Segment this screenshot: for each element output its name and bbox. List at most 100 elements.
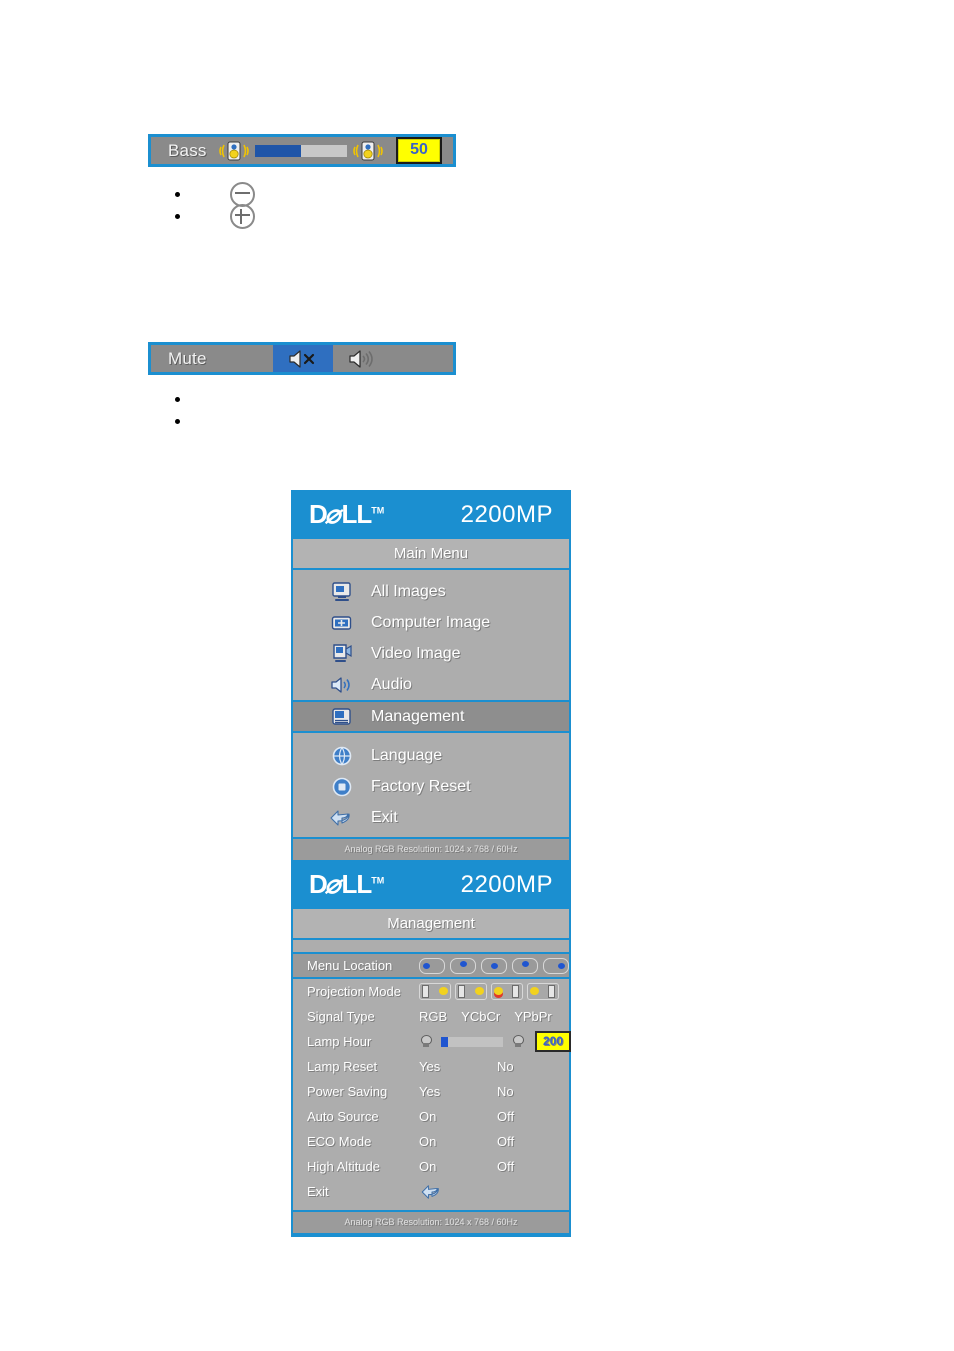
menu-item-management[interactable]: Management bbox=[293, 700, 569, 733]
menu-item-label: Language bbox=[371, 746, 443, 764]
main-menu-body: All Images Computer Image Video Image Au… bbox=[293, 570, 569, 837]
menu-item-language[interactable]: Language bbox=[293, 740, 569, 771]
trademark-label: TM bbox=[371, 505, 385, 516]
menu-item-label: Exit bbox=[371, 808, 398, 826]
projection-rear-desktop-icon[interactable] bbox=[455, 983, 487, 1000]
auto-source-off[interactable]: Off bbox=[497, 1109, 575, 1124]
bass-label: Bass bbox=[168, 140, 207, 160]
lamp-reset-yes[interactable]: Yes bbox=[419, 1059, 497, 1074]
mgmt-row-lamp-reset[interactable]: Lamp Reset Yes No bbox=[293, 1054, 569, 1079]
factory-reset-icon bbox=[329, 776, 355, 798]
bass-slider-group[interactable] bbox=[207, 137, 396, 164]
dell-logo: D⌀LLTM bbox=[309, 499, 385, 529]
menu-location-options[interactable] bbox=[419, 957, 574, 974]
menu-item-computer-image[interactable]: Computer Image bbox=[293, 607, 569, 638]
signal-type-options[interactable]: RGB YCbCr YPbPr bbox=[419, 1009, 569, 1024]
model-label: 2200MP bbox=[460, 870, 553, 898]
management-icon bbox=[329, 707, 355, 727]
power-saving-yes[interactable]: Yes bbox=[419, 1084, 497, 1099]
bass-speaker-icon-left bbox=[219, 139, 250, 163]
list-item bbox=[175, 203, 255, 229]
mgmt-row-lamp-hour[interactable]: Lamp Hour 200 bbox=[293, 1029, 571, 1054]
monitor-icon bbox=[329, 581, 355, 602]
mgmt-row-auto-source[interactable]: Auto Source On Off bbox=[293, 1104, 569, 1129]
menu-item-all-images[interactable]: All Images bbox=[293, 576, 569, 607]
high-altitude-off[interactable]: Off bbox=[497, 1159, 575, 1174]
signal-type-ycbcr[interactable]: YCbCr bbox=[461, 1009, 500, 1024]
menu-location-bottom-icon[interactable] bbox=[512, 957, 538, 974]
exit-arrow-icon bbox=[329, 809, 355, 827]
mgmt-row-high-altitude[interactable]: High Altitude On Off bbox=[293, 1154, 569, 1179]
bass-bullet-list bbox=[175, 181, 255, 229]
bullet-dot bbox=[175, 191, 180, 197]
eco-mode-off[interactable]: Off bbox=[497, 1134, 575, 1149]
management-footer: Analog RGB Resolution: 1024 x 768 / 60Hz bbox=[293, 1210, 569, 1235]
lamp-hour-fill bbox=[441, 1036, 449, 1047]
menu-item-factory-reset[interactable]: Factory Reset bbox=[293, 771, 569, 802]
management-top-spacer bbox=[293, 940, 569, 952]
menu-item-label: Management bbox=[371, 707, 465, 725]
mute-label: Mute bbox=[168, 348, 207, 368]
mgmt-row-eco-mode[interactable]: ECO Mode On Off bbox=[293, 1129, 569, 1154]
exit-arrow-icon[interactable] bbox=[419, 1184, 445, 1200]
speaker-on-icon bbox=[346, 348, 380, 370]
management-title: Management bbox=[293, 907, 569, 940]
mgmt-row-label: Power Saving bbox=[307, 1084, 388, 1099]
projection-front-desktop-icon[interactable] bbox=[419, 983, 451, 1000]
mgmt-row-label: Menu Location bbox=[307, 958, 393, 973]
mute-osd-bar[interactable]: Mute bbox=[148, 342, 456, 375]
mgmt-row-label: Auto Source bbox=[307, 1109, 379, 1124]
list-item bbox=[175, 388, 180, 410]
bass-slider-track[interactable] bbox=[255, 144, 348, 157]
computer-image-icon bbox=[329, 613, 355, 633]
globe-icon bbox=[329, 745, 355, 767]
mgmt-row-label: Lamp Hour bbox=[307, 1034, 372, 1049]
video-image-icon bbox=[329, 643, 355, 664]
trademark-label: TM bbox=[371, 875, 385, 886]
main-menu-footer: Analog RGB Resolution: 1024 x 768 / 60Hz bbox=[293, 837, 569, 862]
menu-location-top-icon[interactable] bbox=[450, 957, 476, 974]
menu-location-right-icon[interactable] bbox=[543, 957, 569, 974]
projection-front-ceiling-icon[interactable] bbox=[527, 983, 559, 1000]
menu-location-center-icon[interactable] bbox=[481, 957, 507, 974]
mgmt-row-signal-type[interactable]: Signal Type RGB YCbCr YPbPr bbox=[293, 1004, 569, 1029]
bass-value: 50 bbox=[396, 137, 442, 164]
lamp-icon-right bbox=[511, 1035, 525, 1048]
bullet-dot bbox=[175, 418, 180, 424]
mgmt-row-menu-location[interactable]: Menu Location bbox=[293, 952, 569, 979]
mute-bullet-list bbox=[175, 388, 180, 432]
menu-item-audio[interactable]: Audio bbox=[293, 669, 569, 700]
lamp-hour-track[interactable] bbox=[441, 1036, 503, 1047]
eco-mode-on[interactable]: On bbox=[419, 1134, 497, 1149]
power-saving-no[interactable]: No bbox=[497, 1084, 575, 1099]
bass-slider-fill bbox=[255, 144, 302, 157]
projection-mode-options[interactable] bbox=[419, 983, 569, 1000]
lamp-hour-control[interactable]: 200 bbox=[419, 1031, 571, 1052]
lamp-hour-value: 200 bbox=[535, 1031, 571, 1052]
menu-item-video-image[interactable]: Video Image bbox=[293, 638, 569, 669]
lamp-reset-no[interactable]: No bbox=[497, 1059, 575, 1074]
mgmt-row-label: Signal Type bbox=[307, 1009, 375, 1024]
mgmt-row-power-saving[interactable]: Power Saving Yes No bbox=[293, 1079, 569, 1104]
projection-rear-ceiling-icon[interactable] bbox=[491, 983, 523, 1000]
speaker-muted-icon bbox=[286, 348, 320, 370]
auto-source-on[interactable]: On bbox=[419, 1109, 497, 1124]
main-menu-panel: D⌀LLTM 2200MP Main Menu All Images Compu… bbox=[291, 490, 571, 864]
menu-item-label: Factory Reset bbox=[371, 777, 471, 795]
bullet-dot bbox=[175, 396, 180, 402]
mgmt-row-label: Exit bbox=[307, 1184, 329, 1199]
main-menu-header: D⌀LLTM 2200MP bbox=[293, 492, 569, 537]
mgmt-row-label: Projection Mode bbox=[307, 984, 401, 999]
menu-location-left-icon[interactable] bbox=[419, 957, 445, 974]
mute-on-option[interactable] bbox=[273, 345, 333, 372]
high-altitude-on[interactable]: On bbox=[419, 1159, 497, 1174]
signal-type-ypbpr[interactable]: YPbPr bbox=[514, 1009, 552, 1024]
mgmt-row-projection-mode[interactable]: Projection Mode bbox=[293, 979, 569, 1004]
mgmt-row-exit[interactable]: Exit bbox=[293, 1179, 569, 1204]
signal-type-rgb[interactable]: RGB bbox=[419, 1009, 447, 1024]
mute-off-option[interactable] bbox=[333, 345, 393, 372]
plus-circle-icon bbox=[230, 203, 255, 229]
bass-osd-bar[interactable]: Bass 50 bbox=[148, 134, 456, 167]
menu-item-exit[interactable]: Exit bbox=[293, 802, 569, 833]
mgmt-row-label: Lamp Reset bbox=[307, 1059, 378, 1074]
